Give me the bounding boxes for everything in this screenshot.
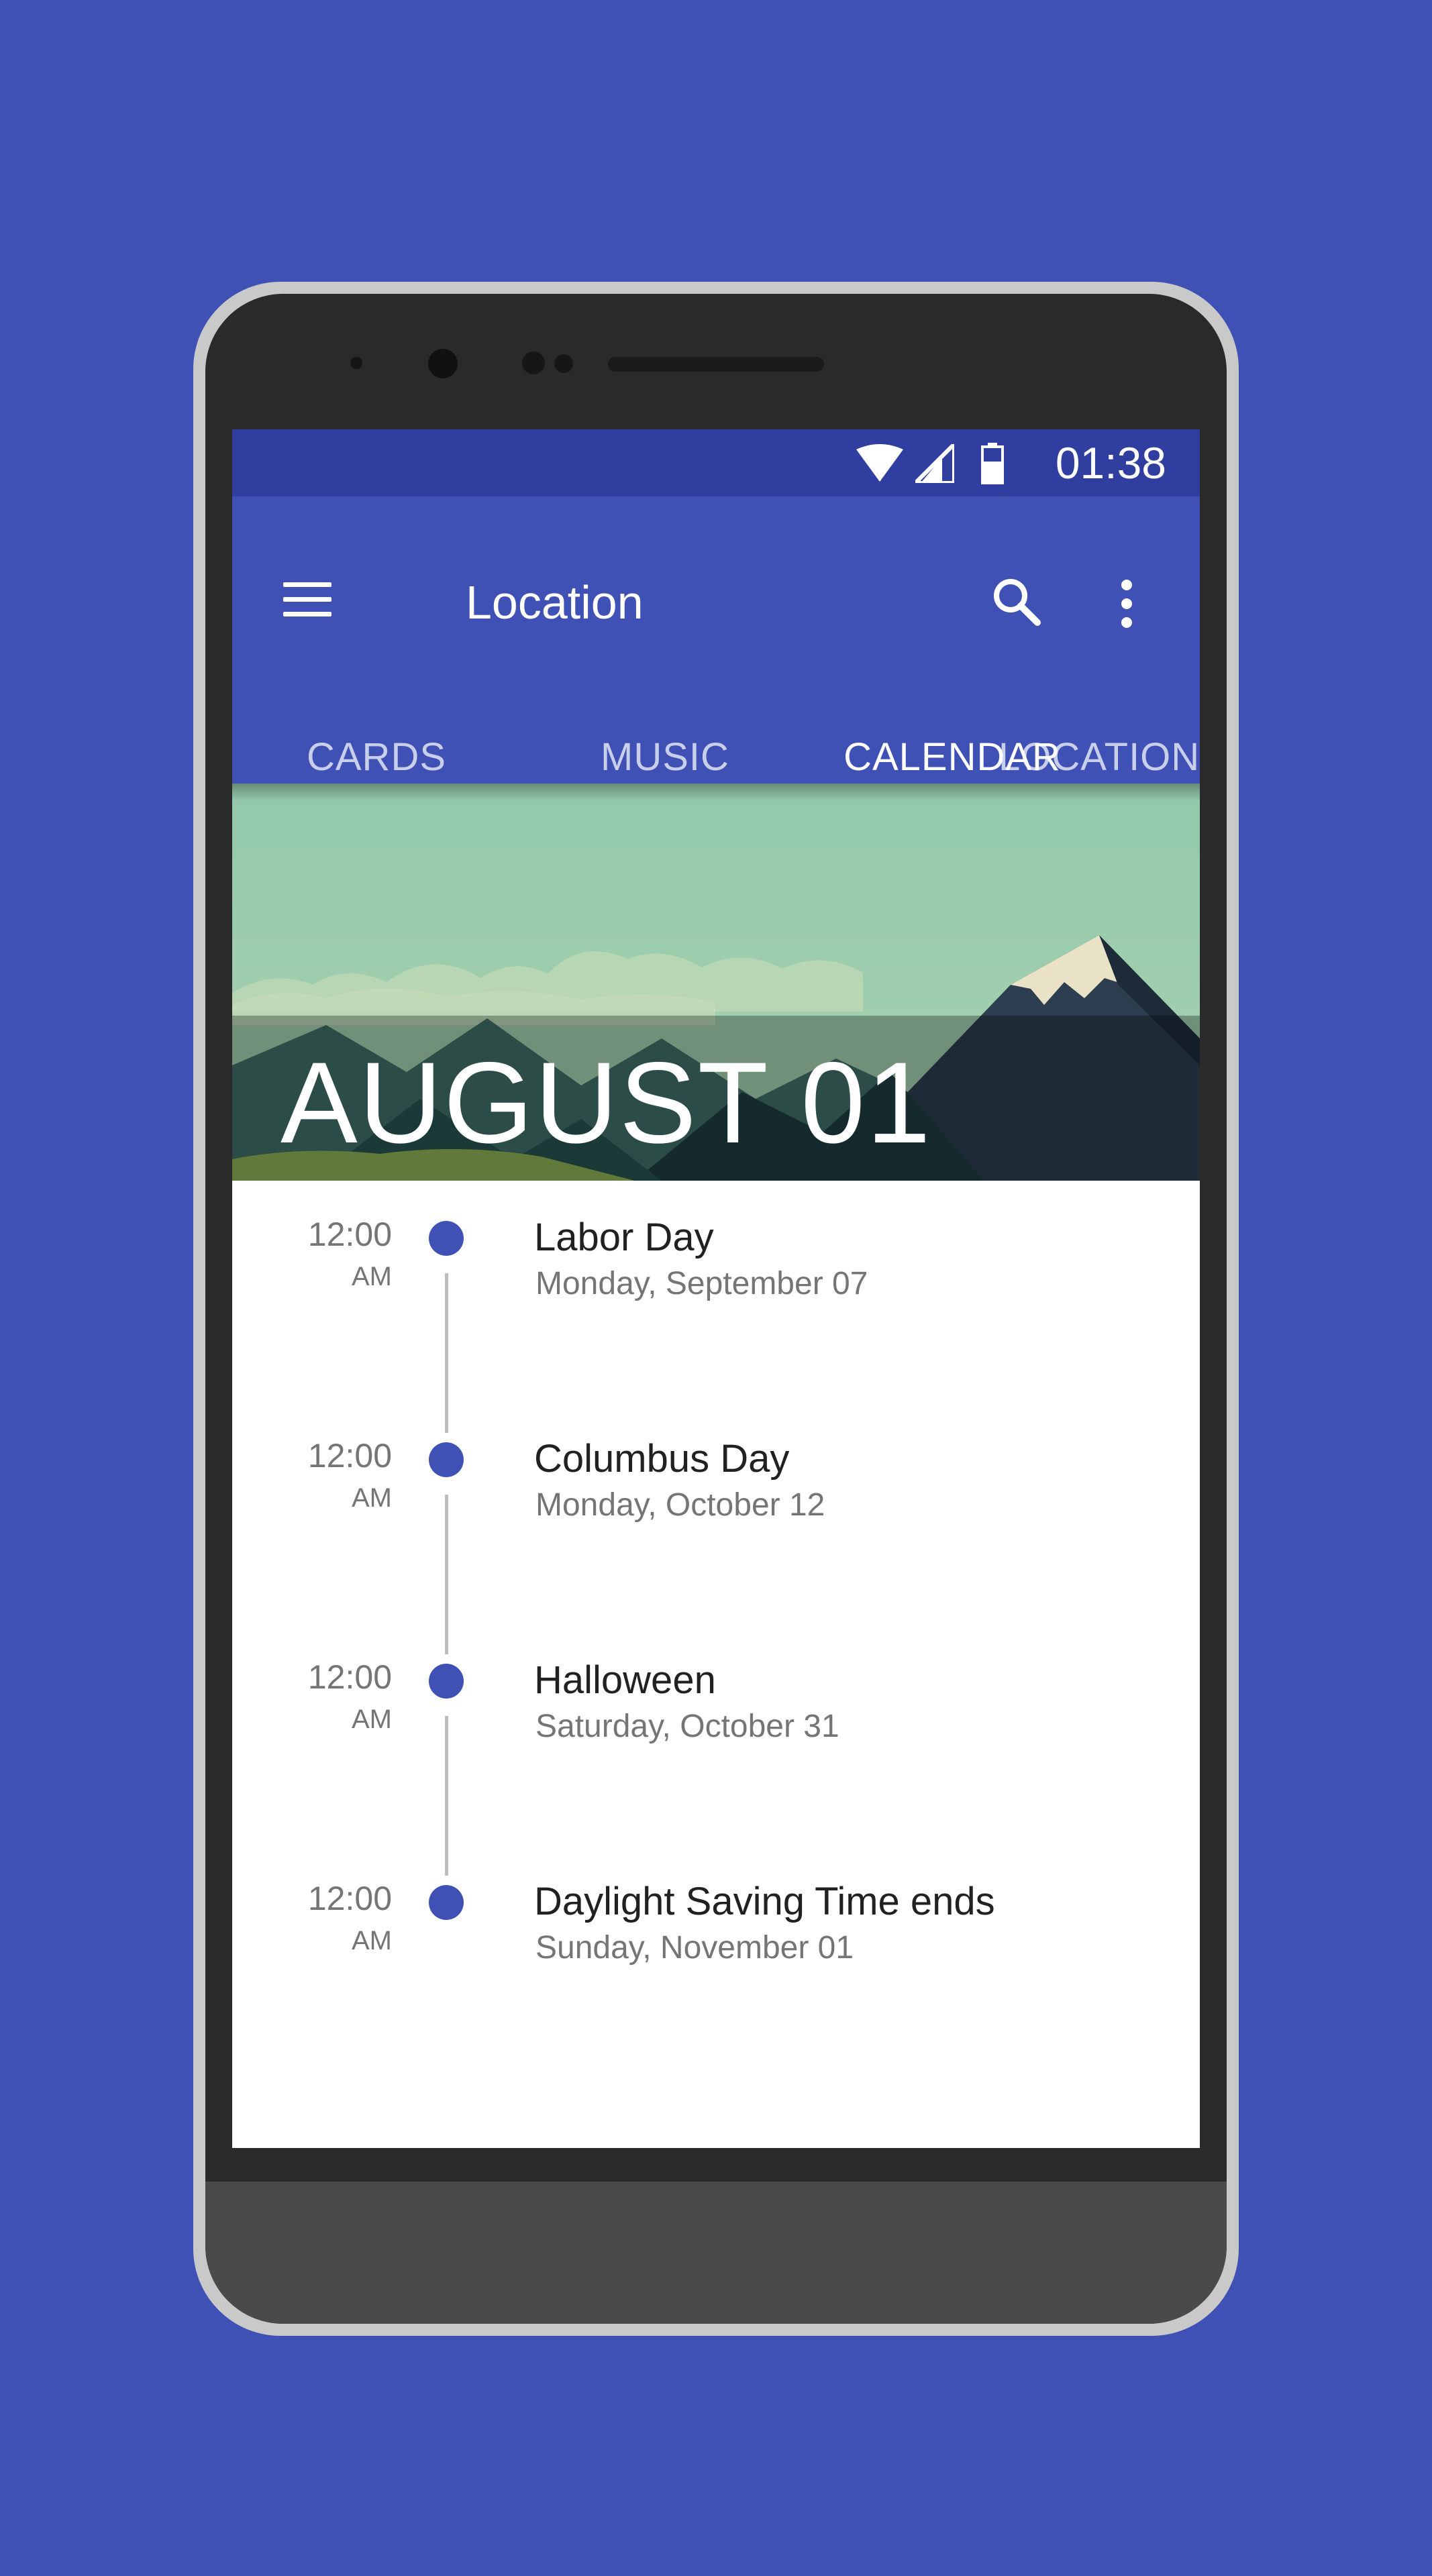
timeline-dot [429,1442,464,1477]
event-date: Saturday, October 31 [535,1709,839,1744]
event-title: Labor Day [534,1216,714,1259]
list-item[interactable]: 12:00 AM Columbus Day Monday, October 12 [232,1402,1200,1654]
list-item[interactable]: 12:00 AM Labor Day Monday, September 07 [232,1181,1200,1433]
earpiece-speaker [608,357,824,372]
event-time: 12:00 [307,1216,392,1253]
event-time: 12:00 [307,1437,392,1474]
sensor-dot [522,352,545,374]
event-ampm: AM [352,1926,392,1955]
proximity-sensor [350,357,362,369]
status-bar: 01:38 [232,429,1200,496]
status-time: 01:38 [1055,438,1166,488]
timeline-dot [429,1221,464,1256]
battery-icon [981,443,1004,484]
timeline-dot [429,1664,464,1699]
event-ampm: AM [352,1705,392,1734]
cell-signal-icon [915,444,954,483]
event-date: Sunday, November 01 [535,1930,854,1966]
event-title: Daylight Saving Time ends [534,1880,995,1923]
page-title: Location [466,576,644,629]
phone-chin [205,2182,1227,2324]
hero-banner: AUGUST 01 [232,784,1200,1181]
front-camera [428,349,458,378]
more-vert-icon[interactable] [1119,580,1133,628]
event-title: Columbus Day [534,1437,790,1481]
event-date: Monday, September 07 [535,1266,868,1301]
sensor-dot [554,354,573,373]
search-icon[interactable] [990,576,1044,629]
menu-icon[interactable] [283,582,331,617]
timeline-dot [429,1885,464,1920]
wifi-icon [856,444,903,482]
hero-date: AUGUST 01 [280,1038,932,1167]
app-screen: 01:38 Location CARDS MUSIC CALENDAR LOCA… [232,429,1200,2148]
event-ampm: AM [352,1483,392,1513]
list-item[interactable]: 12:00 AM Halloween Saturday, October 31 [232,1623,1200,1876]
app-bar-shadow [232,784,1200,801]
event-ampm: AM [352,1262,392,1291]
event-time: 12:00 [307,1880,392,1917]
event-date: Monday, October 12 [535,1487,825,1523]
event-time: 12:00 [307,1658,392,1696]
event-title: Halloween [534,1658,716,1702]
list-item[interactable]: 12:00 AM Daylight Saving Time ends Sunda… [232,1845,1200,2066]
